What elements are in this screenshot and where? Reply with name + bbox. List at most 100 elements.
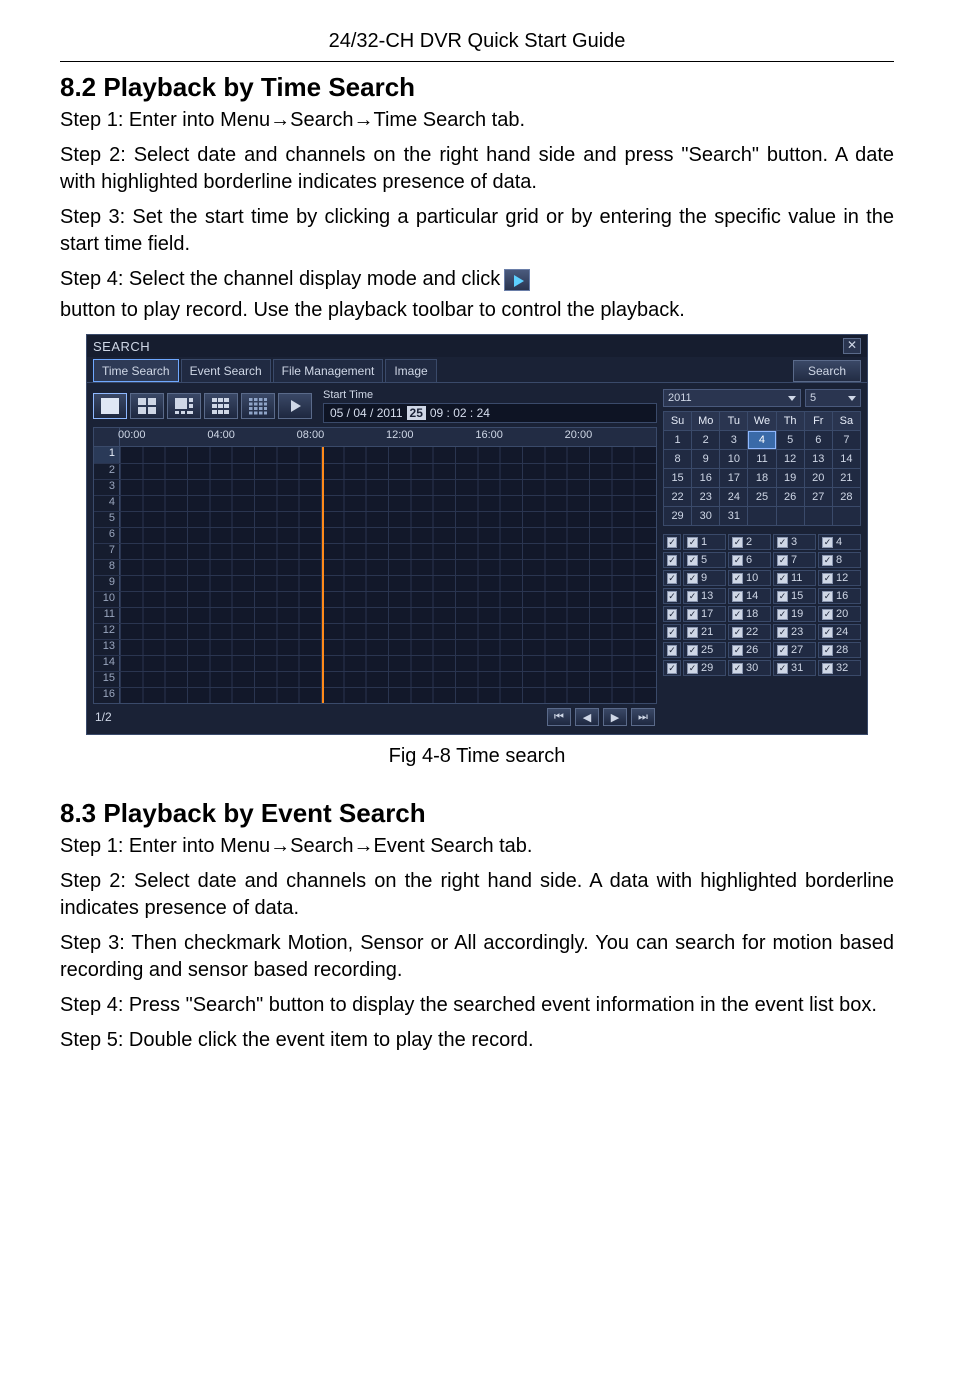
channel-checkbox[interactable]: ✓11	[773, 570, 816, 586]
timeline-row[interactable]: 11	[94, 607, 656, 623]
channel-checkbox[interactable]: ✓19	[773, 606, 816, 622]
calendar-day[interactable]: 24	[720, 488, 747, 506]
start-time-field[interactable]: 05 / 04 / 2011 25 09 : 02 : 24	[323, 403, 657, 423]
timeline-row[interactable]: 10	[94, 591, 656, 607]
channel-checkbox[interactable]: ✓23	[773, 624, 816, 640]
channel-checkbox[interactable]: ✓25	[683, 642, 726, 658]
pager-first-icon[interactable]: ⏮	[547, 708, 571, 726]
channel-checkbox[interactable]: ✓10	[728, 570, 771, 586]
timeline-row-grid[interactable]	[120, 688, 656, 703]
calendar-day[interactable]: 18	[748, 469, 775, 487]
channel-checkbox[interactable]: ✓24	[818, 624, 861, 640]
channel-checkbox[interactable]: ✓6	[728, 552, 771, 568]
calendar-day[interactable]: 19	[777, 469, 804, 487]
pager-prev-icon[interactable]: ◀	[575, 708, 599, 726]
pager-next-icon[interactable]: ▶	[603, 708, 627, 726]
channel-row-master-checkbox[interactable]: ✓	[663, 534, 681, 550]
channel-row-master-checkbox[interactable]: ✓	[663, 642, 681, 658]
timeline-row[interactable]: 3	[94, 479, 656, 495]
channel-checkbox[interactable]: ✓4	[818, 534, 861, 550]
channel-row-master-checkbox[interactable]: ✓	[663, 660, 681, 676]
channel-checkbox[interactable]: ✓22	[728, 624, 771, 640]
calendar-day[interactable]: 5	[777, 431, 804, 449]
timeline-row-grid[interactable]	[120, 496, 656, 511]
channel-checkbox[interactable]: ✓3	[773, 534, 816, 550]
channel-checkbox[interactable]: ✓21	[683, 624, 726, 640]
timeline-row-grid[interactable]	[120, 624, 656, 639]
close-icon[interactable]: ✕	[843, 338, 861, 354]
calendar-day[interactable]: 9	[692, 450, 719, 468]
timeline-row-grid[interactable]	[120, 656, 656, 671]
channel-checkbox[interactable]: ✓29	[683, 660, 726, 676]
timeline-row-grid[interactable]	[120, 528, 656, 543]
timeline-row[interactable]: 15	[94, 671, 656, 687]
channel-row-master-checkbox[interactable]: ✓	[663, 606, 681, 622]
channel-checkbox[interactable]: ✓18	[728, 606, 771, 622]
channel-checkbox[interactable]: ✓1	[683, 534, 726, 550]
calendar-day[interactable]: 14	[833, 450, 860, 468]
month-select[interactable]: 5	[805, 389, 861, 407]
channel-row-master-checkbox[interactable]: ✓	[663, 570, 681, 586]
calendar-day[interactable]: 11	[748, 450, 775, 468]
channel-checkbox[interactable]: ✓13	[683, 588, 726, 604]
channel-row-master-checkbox[interactable]: ✓	[663, 552, 681, 568]
calendar-day[interactable]: 13	[805, 450, 832, 468]
timeline-row[interactable]: 12	[94, 623, 656, 639]
channel-checkbox[interactable]: ✓16	[818, 588, 861, 604]
timeline-row-grid[interactable]	[120, 512, 656, 527]
play-button[interactable]	[278, 393, 312, 419]
layout-9up-button[interactable]	[204, 393, 238, 419]
calendar-day[interactable]: 6	[805, 431, 832, 449]
calendar-day[interactable]: 23	[692, 488, 719, 506]
channel-checkbox[interactable]: ✓15	[773, 588, 816, 604]
timeline-row[interactable]: 9	[94, 575, 656, 591]
timeline[interactable]: 00:0004:0008:0012:0016:0020:00 123456789…	[93, 427, 657, 704]
timeline-row-grid[interactable]	[120, 672, 656, 687]
pager-last-icon[interactable]: ⏭	[631, 708, 655, 726]
channel-checkbox[interactable]: ✓12	[818, 570, 861, 586]
year-select[interactable]: 2011	[663, 389, 801, 407]
calendar-day[interactable]: 12	[777, 450, 804, 468]
channel-checkbox[interactable]: ✓14	[728, 588, 771, 604]
calendar-day[interactable]: 27	[805, 488, 832, 506]
timeline-row[interactable]: 1	[94, 447, 656, 463]
calendar-day[interactable]: 31	[720, 507, 747, 525]
channel-row-master-checkbox[interactable]: ✓	[663, 624, 681, 640]
calendar-day[interactable]: 3	[720, 431, 747, 449]
timeline-row-grid[interactable]	[120, 592, 656, 607]
tab-image[interactable]: Image	[385, 359, 436, 382]
calendar-day[interactable]: 26	[777, 488, 804, 506]
channel-checkbox[interactable]: ✓17	[683, 606, 726, 622]
timeline-row[interactable]: 4	[94, 495, 656, 511]
channel-checkbox[interactable]: ✓28	[818, 642, 861, 658]
timeline-row-grid[interactable]	[120, 640, 656, 655]
search-button[interactable]: Search	[793, 360, 861, 382]
timeline-row-grid[interactable]	[120, 464, 656, 479]
channel-checkbox[interactable]: ✓30	[728, 660, 771, 676]
channel-checkbox[interactable]: ✓32	[818, 660, 861, 676]
calendar-day[interactable]: 17	[720, 469, 747, 487]
tab-file-management[interactable]: File Management	[273, 359, 384, 382]
channel-checkbox[interactable]: ✓20	[818, 606, 861, 622]
layout-6up-button[interactable]	[167, 393, 201, 419]
calendar-day[interactable]: 28	[833, 488, 860, 506]
timeline-row-grid[interactable]	[120, 447, 656, 463]
channel-row-master-checkbox[interactable]: ✓	[663, 588, 681, 604]
timeline-row[interactable]: 8	[94, 559, 656, 575]
channel-checkbox[interactable]: ✓7	[773, 552, 816, 568]
layout-16up-button[interactable]	[241, 393, 275, 419]
calendar-day[interactable]: 16	[692, 469, 719, 487]
timeline-row[interactable]: 2	[94, 463, 656, 479]
layout-4up-button[interactable]	[130, 393, 164, 419]
calendar-day[interactable]: 22	[664, 488, 691, 506]
calendar-day[interactable]: 2	[692, 431, 719, 449]
timeline-row[interactable]: 7	[94, 543, 656, 559]
channel-checkbox[interactable]: ✓31	[773, 660, 816, 676]
calendar-day[interactable]: 8	[664, 450, 691, 468]
timeline-row-grid[interactable]	[120, 480, 656, 495]
calendar-day[interactable]: 7	[833, 431, 860, 449]
tab-event-search[interactable]: Event Search	[181, 359, 271, 382]
calendar-day[interactable]: 29	[664, 507, 691, 525]
timeline-row[interactable]: 13	[94, 639, 656, 655]
calendar-grid[interactable]: SuMoTuWeThFrSa12345678910111213141516171…	[663, 411, 861, 526]
